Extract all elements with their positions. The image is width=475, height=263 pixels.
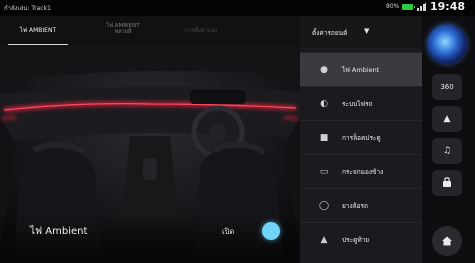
menu-item-label: ระบบไฟรถ <box>342 100 373 108</box>
camera-360-icon: 360 <box>440 83 454 91</box>
clock: 19:48 <box>430 0 466 13</box>
menu-header[interactable]: ตั้งค่ารถยนต์ ▼ <box>300 16 422 48</box>
home-button[interactable] <box>432 226 462 256</box>
music-icon: ♫ <box>442 146 452 156</box>
vehicle-settings-menu: ตั้งค่ารถยนต์ ▼ ● ไฟ Ambient ◐ ระบบไฟรถ … <box>300 16 422 263</box>
car-icon <box>443 177 451 187</box>
now-playing-text[interactable]: กำลังเล่น: Track1 <box>4 3 51 13</box>
headlight-icon: ◐ <box>320 99 328 109</box>
lock-icon: ■ <box>319 133 329 143</box>
menu-item-car-lights[interactable]: ◐ ระบบไฟรถ <box>300 86 422 120</box>
active-tab-indicator <box>8 44 68 45</box>
menu-item-label: การล็อคประตู <box>342 134 381 142</box>
menu-item-label: ประตูท้าย <box>342 236 370 244</box>
camera-360-button[interactable]: 360 <box>432 74 462 100</box>
ambient-light-icon: ● <box>320 65 328 75</box>
tab-ambient-light[interactable]: ไฟ AMBIENT <box>8 16 68 46</box>
menu-item-door-lock[interactable]: ■ การล็อคประตู <box>300 120 422 154</box>
tire-icon: ◯ <box>318 201 330 211</box>
home-icon <box>442 236 452 246</box>
navigation-icon: ▲ <box>443 114 451 124</box>
menu-item-tailgate[interactable]: ▲ ประตูท้าย <box>300 222 422 256</box>
signal-icon <box>417 3 427 11</box>
tailgate-icon: ▲ <box>320 235 328 245</box>
side-mirror-icon: ▭ <box>319 167 329 177</box>
menu-item-label: กระจกมองข้าง <box>342 168 384 176</box>
chevron-down-icon: ▼ <box>364 27 370 35</box>
menu-item-ambient-light[interactable]: ● ไฟ Ambient <box>300 52 422 86</box>
menu-header-label: ตั้งค่ารถยนต์ <box>312 29 348 37</box>
tab-light-settings[interactable]: การตั้งค่าแสง <box>166 16 236 46</box>
side-dock: 360 ▲ ♫ <box>422 16 475 263</box>
car-settings-button[interactable] <box>432 170 462 196</box>
status-bar: กำลังเล่น: Track1 80% 19:48 <box>0 0 475 16</box>
battery-icon <box>402 4 415 10</box>
menu-item-label: ไฟ Ambient <box>342 66 380 74</box>
navigation-button[interactable]: ▲ <box>432 106 462 132</box>
menu-item-label: ยางล้อรถ <box>342 202 368 210</box>
music-button[interactable]: ♫ <box>432 138 462 164</box>
ambient-toggle-label: ไฟ Ambient <box>30 226 88 237</box>
menu-item-side-mirror[interactable]: ▭ กระจกมองข้าง <box>300 154 422 188</box>
voice-assistant-orb[interactable] <box>427 24 467 64</box>
tab-ambient-multicolor[interactable]: ไฟ AMBIENT หลายสี <box>92 16 154 46</box>
ambient-toggle-switch[interactable] <box>262 222 280 240</box>
menu-item-tire[interactable]: ◯ ยางล้อรถ <box>300 188 422 222</box>
battery-level: 80% <box>386 3 400 10</box>
ambient-toggle-state: เปิด <box>222 227 235 236</box>
tab-bar: ไฟ AMBIENT ไฟ AMBIENT หลายสี การตั้งค่าแ… <box>0 16 300 46</box>
